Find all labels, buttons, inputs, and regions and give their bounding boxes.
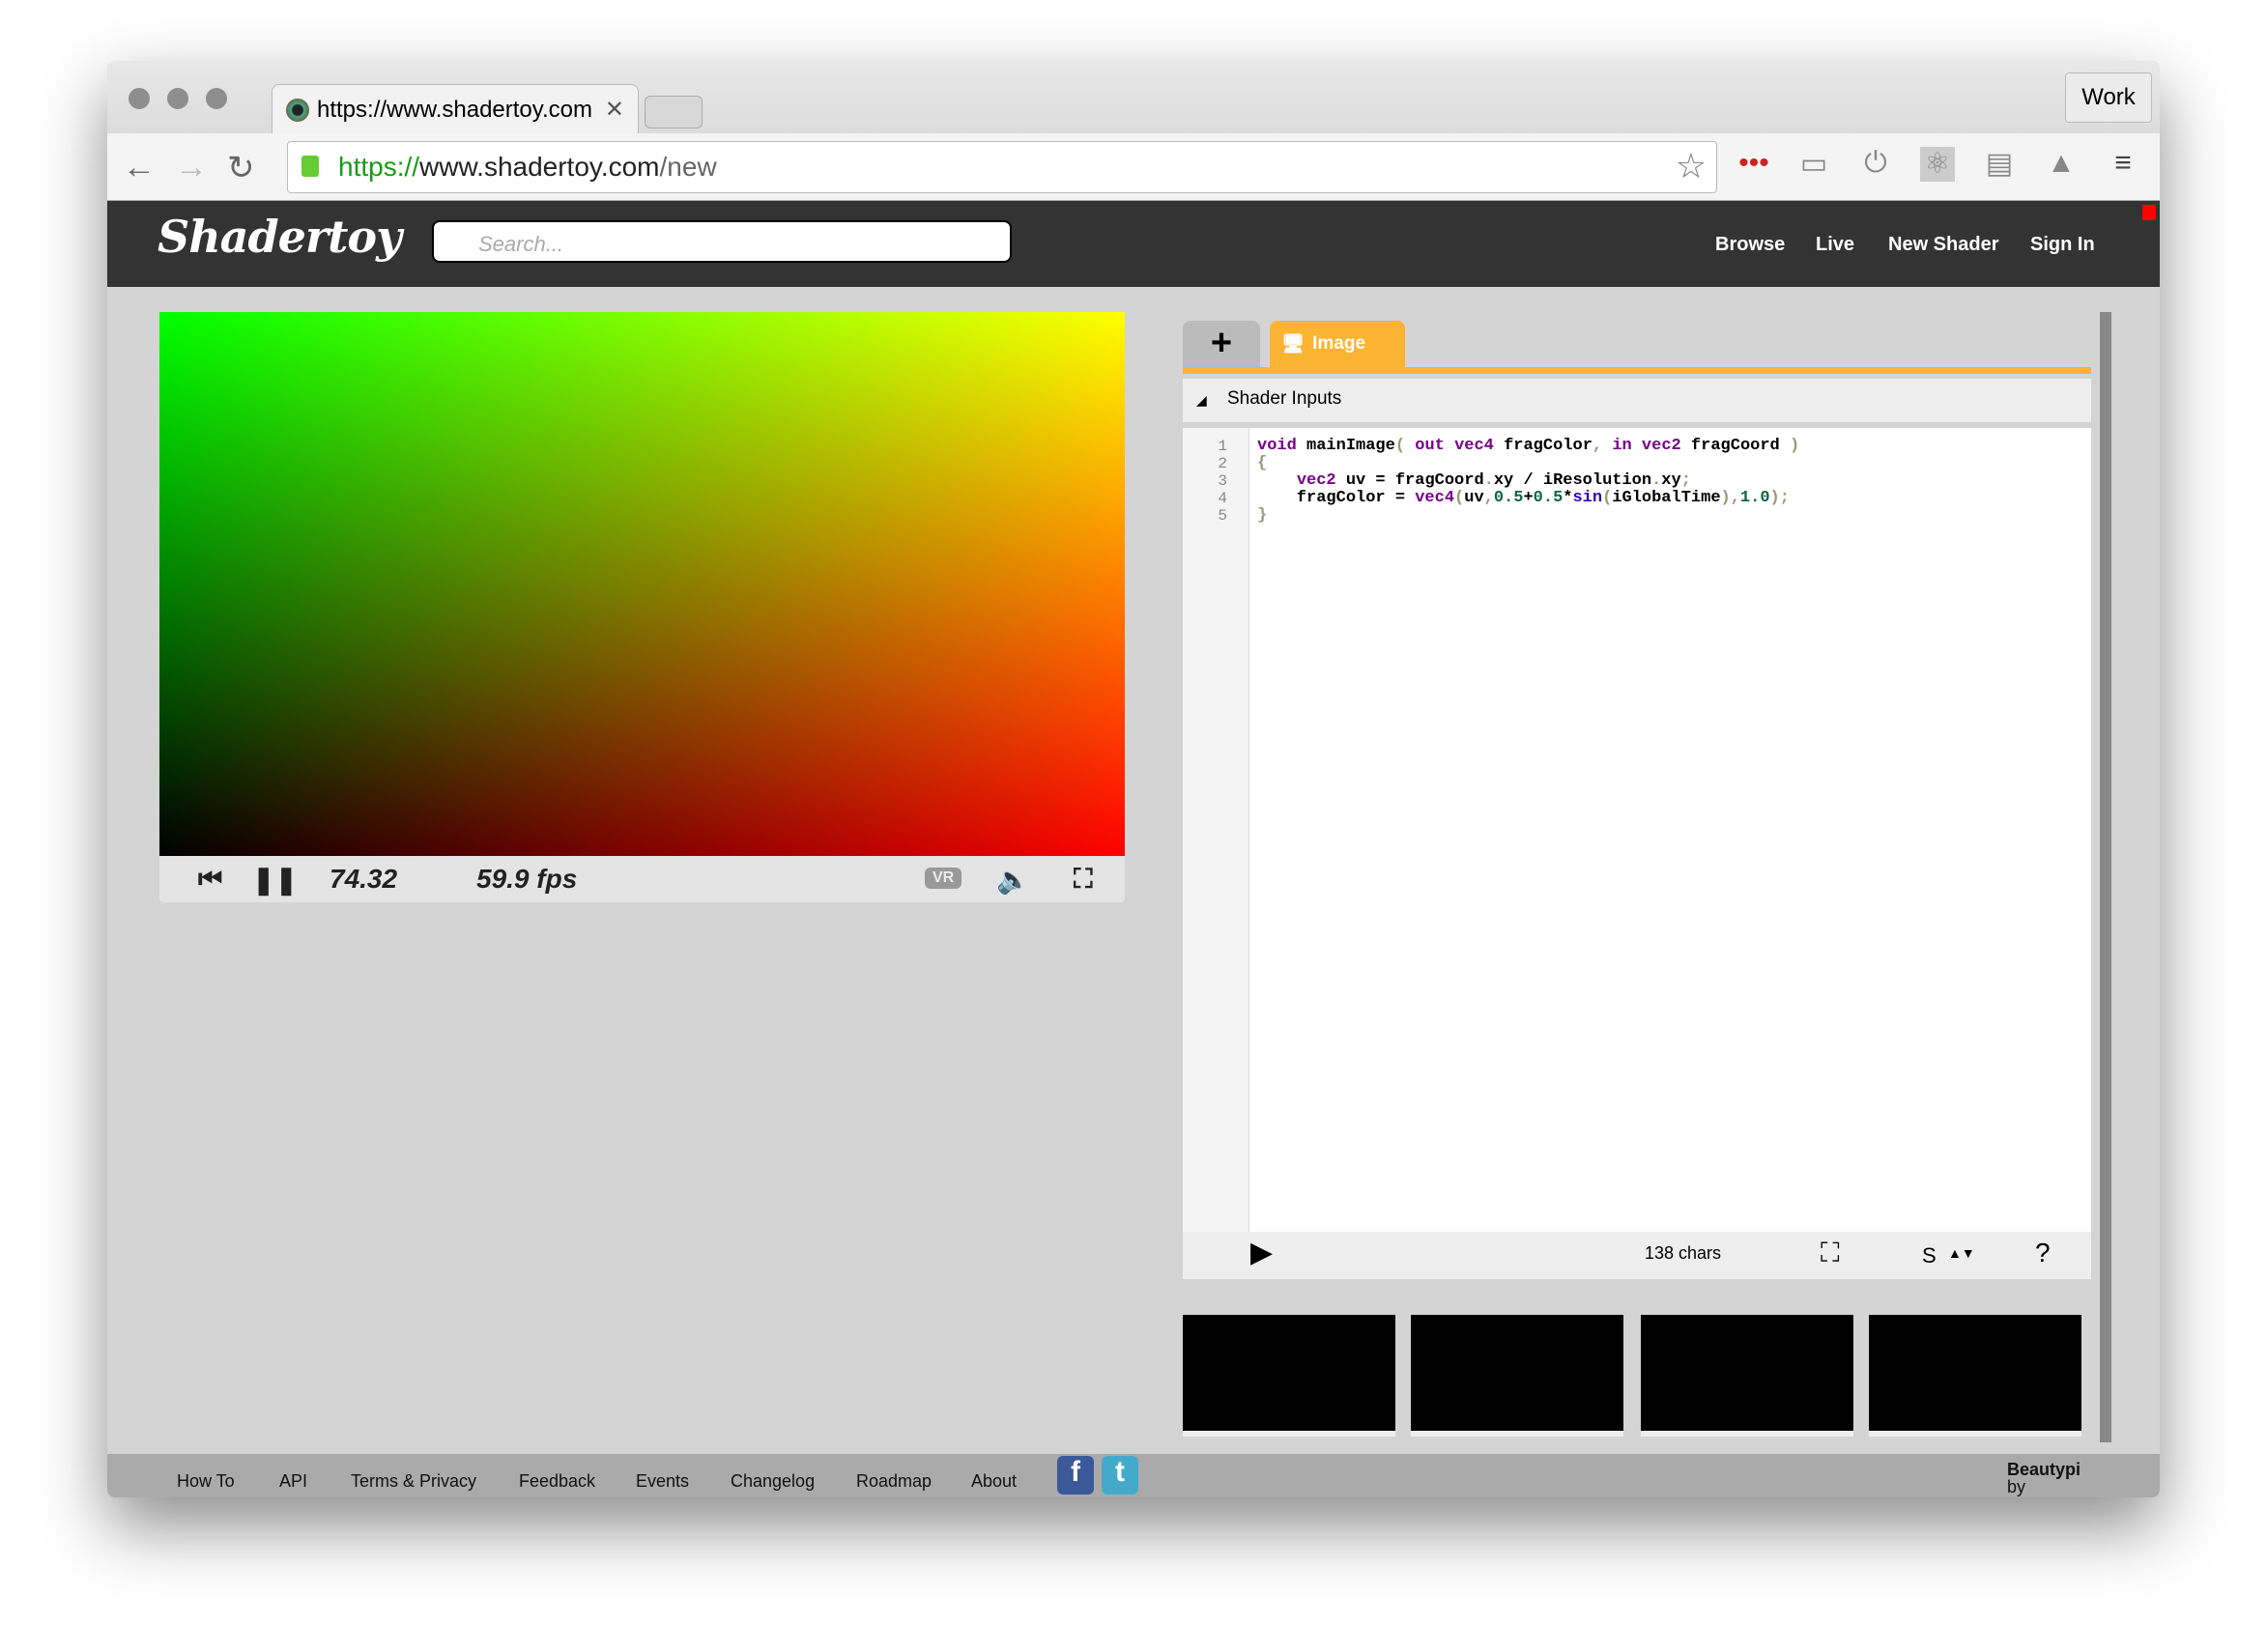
- input-channel-3[interactable]: [1869, 1315, 2081, 1437]
- tab-image[interactable]: 🖥 Image: [1270, 321, 1405, 367]
- twitter-icon[interactable]: t: [1102, 1456, 1138, 1495]
- tab-underline: [1183, 367, 2091, 374]
- close-tab-icon[interactable]: ✕: [605, 96, 624, 124]
- font-size-select[interactable]: S: [1922, 1243, 1937, 1268]
- add-tab-button[interactable]: +: [1183, 321, 1260, 367]
- input-channel-2[interactable]: [1641, 1315, 1853, 1437]
- line-number: 2: [1218, 455, 1227, 472]
- react-extension-icon[interactable]: ⚛: [1920, 147, 1955, 182]
- lock-icon: [301, 156, 319, 177]
- shader-editor: + 🖥 Image ◢ Shader Inputs 1 2 3 4 5 void m…: [1183, 321, 2091, 1279]
- footer-events[interactable]: Events: [636, 1471, 689, 1492]
- select-arrows-icon[interactable]: ▲▼: [1948, 1245, 1975, 1261]
- char-count: 138 chars: [1645, 1243, 1722, 1263]
- back-icon[interactable]: ←: [123, 149, 156, 186]
- forward-icon[interactable]: →: [175, 149, 208, 186]
- site-footer: How To API Terms & Privacy Feedback Even…: [107, 1454, 2160, 1497]
- line-number: 1: [1218, 438, 1227, 455]
- footer-changelog[interactable]: Changelog: [731, 1471, 815, 1492]
- input-channel-0[interactable]: [1183, 1315, 1395, 1437]
- nav-new-shader[interactable]: New Shader: [1888, 234, 1998, 256]
- line-number: 5: [1218, 507, 1227, 525]
- shadertoy-logo[interactable]: Shadertoy: [158, 211, 402, 263]
- browser-tab[interactable]: https://www.shadertoy.com ✕: [272, 84, 639, 134]
- url-scheme: https://: [338, 152, 420, 182]
- line-number: 3: [1218, 472, 1227, 490]
- address-bar[interactable]: https://www.shadertoy.com/new ☆: [287, 141, 1717, 193]
- volume-icon[interactable]: 🔈: [996, 864, 1030, 896]
- monitor-icon: 🖥: [1281, 334, 1306, 355]
- vr-icon[interactable]: VR: [925, 868, 962, 889]
- shader-inputs-toggle[interactable]: ◢ Shader Inputs: [1183, 379, 2091, 422]
- site-header: Shadertoy Search... Browse Live New Shad…: [107, 201, 2160, 287]
- nav-browse[interactable]: Browse: [1715, 234, 1785, 256]
- status-indicator: [2142, 205, 2156, 220]
- footer-feedback[interactable]: Feedback: [519, 1471, 595, 1492]
- help-button[interactable]: ?: [2035, 1238, 2051, 1268]
- reload-icon[interactable]: ↻: [227, 149, 255, 187]
- tab-bar: https://www.shadertoy.com ✕ Work: [107, 61, 2160, 134]
- nav-sign-in[interactable]: Sign In: [2030, 234, 2095, 256]
- fps-display: 59.9 fps: [476, 864, 578, 894]
- menu-icon[interactable]: ≡: [2106, 147, 2140, 182]
- url-path: /new: [659, 152, 717, 182]
- compile-play-icon[interactable]: ▶: [1250, 1236, 1273, 1269]
- profile-button[interactable]: Work: [2065, 72, 2152, 123]
- code-editor[interactable]: 1 2 3 4 5 void mainImage( out vec4 fragC…: [1183, 428, 2091, 1232]
- fullscreen-icon[interactable]: ⛶: [1074, 864, 1093, 896]
- editor-fullscreen-icon[interactable]: ⛶: [1821, 1238, 1840, 1269]
- credit-by: by: [2007, 1477, 2026, 1496]
- browser-window: https://www.shadertoy.com ✕ Work ← → ↻ h…: [107, 61, 2160, 1497]
- editor-footer: ▶ 138 chars ⛶ S ▲▼ ?: [1183, 1232, 2091, 1279]
- close-window-button[interactable]: [129, 88, 150, 109]
- player-controls: ⏮ ❚❚ 74.32 59.9 fps VR 🔈 ⛶: [159, 856, 1125, 902]
- footer-terms[interactable]: Terms & Privacy: [351, 1471, 476, 1492]
- extension-icon[interactable]: ▤: [1982, 147, 2017, 182]
- tab-title: https://www.shadertoy.com: [317, 96, 592, 123]
- footer-how-to[interactable]: How To: [177, 1471, 235, 1492]
- collapse-triangle-icon: ◢: [1196, 392, 1207, 408]
- rewind-icon[interactable]: ⏮: [198, 864, 222, 896]
- search-input[interactable]: Search...: [432, 220, 1012, 263]
- browser-toolbar: ← → ↻ https://www.shadertoy.com/new ☆ ••…: [107, 133, 2160, 201]
- bookmark-star-icon[interactable]: ☆: [1676, 146, 1707, 186]
- drive-icon[interactable]: ▲: [2044, 147, 2079, 182]
- extension-alert-icon[interactable]: •••: [1736, 147, 1771, 182]
- favicon-icon: [286, 98, 309, 122]
- new-tab-button[interactable]: [645, 96, 703, 128]
- pause-icon[interactable]: ❚❚: [252, 864, 298, 896]
- line-number: 4: [1218, 490, 1227, 507]
- shader-inputs-label: Shader Inputs: [1227, 388, 1342, 409]
- footer-about[interactable]: About: [971, 1471, 1017, 1492]
- line-gutter: 1 2 3 4 5: [1183, 428, 1249, 1232]
- nav-live[interactable]: Live: [1816, 234, 1854, 256]
- url-host: www.shadertoy.com: [419, 152, 660, 182]
- time-display: 74.32: [330, 864, 398, 894]
- input-channel-1[interactable]: [1411, 1315, 1623, 1437]
- scrollbar[interactable]: [2100, 312, 2111, 1442]
- maximize-window-button[interactable]: [206, 88, 227, 109]
- power-extension-icon[interactable]: ⏻: [1858, 147, 1893, 182]
- facebook-icon[interactable]: f: [1057, 1456, 1094, 1495]
- credit: by Beautypi: [2007, 1460, 2080, 1496]
- tab-image-label: Image: [1312, 333, 1366, 354]
- footer-api[interactable]: API: [279, 1471, 307, 1492]
- footer-roadmap[interactable]: Roadmap: [856, 1471, 932, 1492]
- minimize-window-button[interactable]: [167, 88, 188, 109]
- code-text[interactable]: void mainImage( out vec4 fragColor, in v…: [1257, 438, 1799, 525]
- cast-icon[interactable]: ▭: [1796, 147, 1831, 182]
- shader-canvas[interactable]: [159, 312, 1125, 856]
- credit-author[interactable]: Beautypi: [2007, 1460, 2080, 1479]
